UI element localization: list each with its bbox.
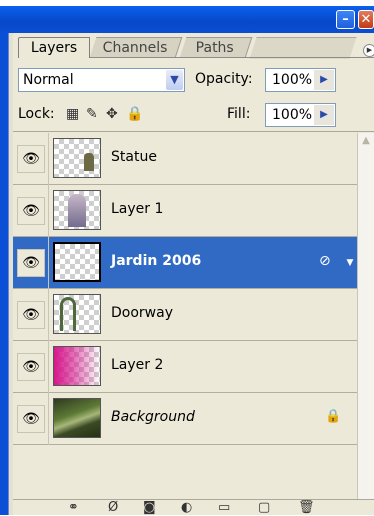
tab-strip-bg xyxy=(249,37,357,59)
layer-name[interactable]: Layer 2 xyxy=(111,357,163,373)
opacity-field[interactable]: 100% ▶ xyxy=(265,68,336,92)
divider xyxy=(48,393,49,445)
opacity-slider-arrow-icon[interactable]: ▶ xyxy=(314,70,334,90)
panel-tabs: Paths Channels Layers ▶ xyxy=(13,33,374,59)
lock-icon: 🔒 xyxy=(325,409,342,424)
window-frame xyxy=(0,33,8,515)
blend-mode-value: Normal xyxy=(23,72,74,88)
tab-divider xyxy=(90,57,374,58)
eye-icon[interactable]: 👁 xyxy=(17,197,45,225)
blend-opacity-row: Normal ▼ Opacity: 100% ▶ xyxy=(13,66,374,96)
trash-icon[interactable]: 🗑 xyxy=(298,500,315,515)
lock-pixels-brush-icon[interactable]: ✎ xyxy=(86,106,98,122)
layer-style-icon[interactable]: ⊘ xyxy=(319,253,331,269)
lock-all-icon[interactable]: 🔒 xyxy=(126,106,143,122)
tab-label: Channels xyxy=(102,40,168,56)
adjustment-layer-icon[interactable]: ◐ xyxy=(181,500,192,515)
new-group-folder-icon[interactable]: ▭ xyxy=(218,500,230,515)
divider xyxy=(48,289,49,341)
layer-thumbnail xyxy=(53,190,101,230)
layer-thumbnail xyxy=(53,242,101,282)
layer-row-jardin-2006[interactable]: 👁 Jardin 2006 ⊘ ▼ xyxy=(13,237,357,289)
layers-scrollbar[interactable]: ▲ xyxy=(357,133,374,499)
layer-row-layer-1[interactable]: 👁 Layer 1 xyxy=(13,185,357,237)
blend-mode-select[interactable]: Normal ▼ xyxy=(18,68,185,92)
layer-name[interactable]: Jardin 2006 xyxy=(111,253,201,269)
layer-style-icon[interactable]: Ø xyxy=(108,500,118,515)
divider xyxy=(48,237,49,289)
layer-row-background[interactable]: 👁 Background 🔒 xyxy=(13,393,357,445)
fill-slider-arrow-icon[interactable]: ▶ xyxy=(314,105,334,125)
lock-transparency-icon[interactable]: ▦ xyxy=(66,106,79,122)
doorway-shape xyxy=(60,297,76,331)
eye-icon[interactable]: 👁 xyxy=(17,301,45,329)
tab-channels[interactable]: Channels xyxy=(89,37,183,58)
opacity-value: 100% xyxy=(272,72,313,88)
tab-layers[interactable]: Layers xyxy=(18,37,90,58)
fill-label: Fill: xyxy=(227,106,251,122)
fill-value: 100% xyxy=(272,107,313,123)
layer-name[interactable]: Doorway xyxy=(111,305,173,321)
statue-silhouette xyxy=(84,153,94,171)
new-layer-icon[interactable]: ▢ xyxy=(258,500,270,515)
link-layers-icon[interactable]: ⚭ xyxy=(68,500,79,515)
eye-icon[interactable]: 👁 xyxy=(17,353,45,381)
layer-mask-icon[interactable]: ◙ xyxy=(143,500,156,515)
chevron-down-icon[interactable]: ▼ xyxy=(166,70,183,90)
divider xyxy=(48,185,49,237)
divider xyxy=(48,341,49,393)
layer-thumbnail xyxy=(53,138,101,178)
divider xyxy=(48,133,49,185)
fill-field[interactable]: 100% ▶ xyxy=(265,103,336,127)
minimize-icon[interactable]: – xyxy=(336,10,355,29)
window-titlebar[interactable]: – ✕ xyxy=(0,6,374,33)
layer-row-doorway[interactable]: 👁 Doorway xyxy=(13,289,357,341)
divider xyxy=(13,131,374,132)
panel-menu-icon[interactable]: ▶ xyxy=(363,44,374,57)
chevron-up-icon[interactable]: ▲ xyxy=(359,135,373,149)
arch-shape xyxy=(68,194,86,227)
layer-row-statue[interactable]: 👁 Statue xyxy=(13,133,357,185)
lock-label: Lock: xyxy=(18,106,55,122)
chevron-down-icon[interactable]: ▼ xyxy=(343,247,357,279)
lock-position-move-icon[interactable]: ✥ xyxy=(106,106,118,122)
lock-fill-row: Lock: ▦ ✎ ✥ 🔒 Fill: 100% ▶ xyxy=(13,100,374,130)
tab-paths[interactable]: Paths xyxy=(179,37,253,58)
layer-row-layer-2[interactable]: 👁 Layer 2 xyxy=(13,341,357,393)
layers-panel: Paths Channels Layers ▶ Normal ▼ Opacity… xyxy=(13,33,374,515)
eye-icon[interactable]: 👁 xyxy=(17,145,45,173)
tab-label: Layers xyxy=(30,40,78,56)
layer-name[interactable]: Background xyxy=(111,409,195,425)
close-icon[interactable]: ✕ xyxy=(358,10,374,29)
eye-icon[interactable]: 👁 xyxy=(17,405,45,433)
eye-icon[interactable]: 👁 xyxy=(17,249,45,277)
layer-thumbnail xyxy=(53,294,101,334)
tab-label: Paths xyxy=(196,40,235,56)
layers-list: 👁 Statue 👁 Layer 1 👁 Jardin 2006 ⊘ ▼ 👁 D… xyxy=(13,133,357,499)
panel-bottom-toolbar: ⚭ Ø ◙ ◐ ▭ ▢ 🗑 xyxy=(13,499,374,516)
layer-thumbnail xyxy=(53,398,101,438)
opacity-label: Opacity: xyxy=(195,71,253,87)
layer-thumbnail xyxy=(53,346,101,386)
layer-name[interactable]: Statue xyxy=(111,149,157,165)
gradient-fill xyxy=(54,347,100,385)
layer-name[interactable]: Layer 1 xyxy=(111,201,163,217)
